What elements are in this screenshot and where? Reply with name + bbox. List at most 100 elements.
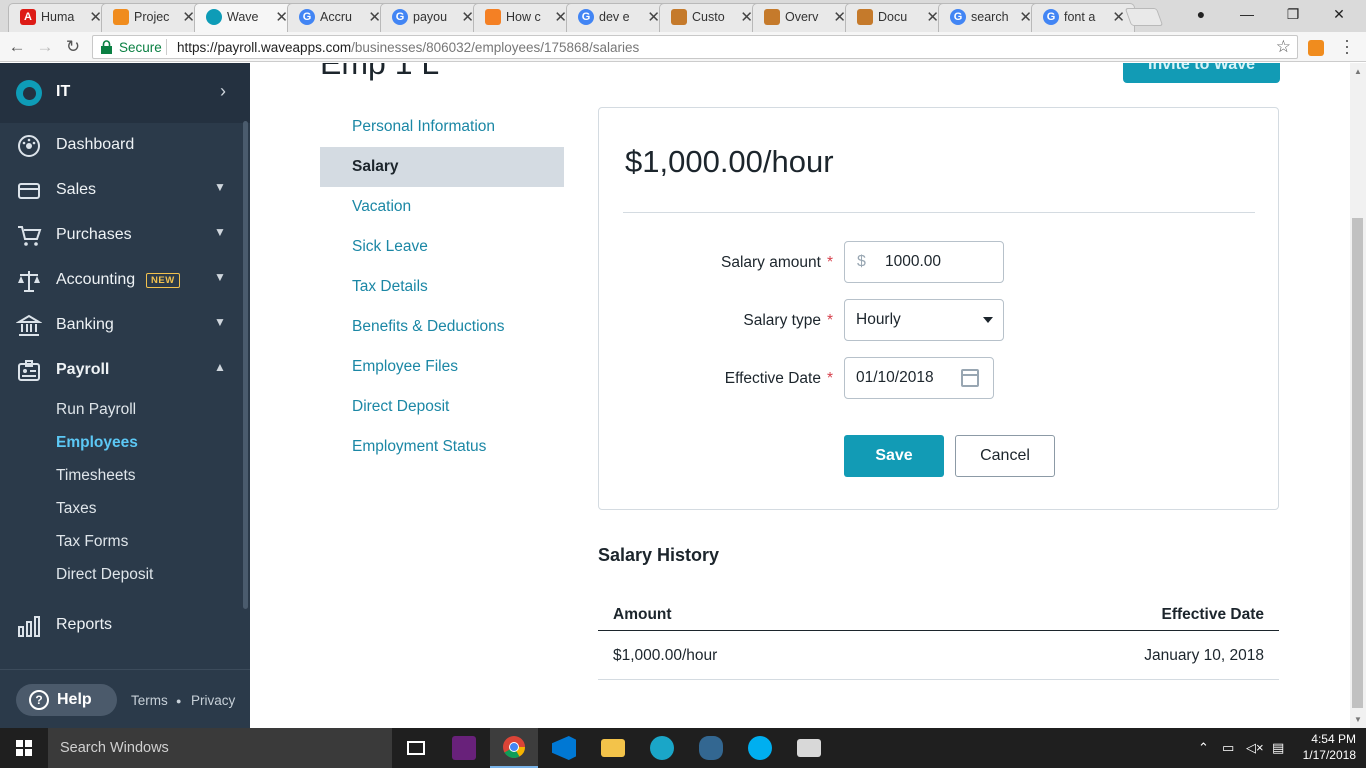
- sidebar-scrollbar[interactable]: [243, 121, 248, 609]
- effective-date-input[interactable]: 01/10/2018: [844, 357, 994, 399]
- table-row: $1,000.00/hour January 10, 2018: [598, 631, 1279, 680]
- scroll-down-icon[interactable]: ▼: [1354, 715, 1362, 724]
- sidebar-item-label: Banking: [56, 316, 114, 333]
- subnav-employment-status[interactable]: Employment Status: [320, 427, 564, 467]
- sidebar-sub-tax-forms[interactable]: Tax Forms: [56, 533, 128, 551]
- sales-icon: [18, 183, 40, 199]
- postgres-icon[interactable]: [687, 728, 735, 768]
- skype-icon[interactable]: [736, 728, 784, 768]
- main-content: Emp 1 L Invite to Wave Personal Informat…: [250, 63, 1350, 728]
- browser-tab[interactable]: G Accru ✕: [287, 3, 391, 32]
- profile-icon[interactable]: ●: [1178, 0, 1224, 28]
- sidebar-item-label: Accounting: [56, 271, 136, 288]
- divider: [166, 39, 167, 55]
- url-field[interactable]: Secure https://payroll.waveapps.com/busi…: [92, 35, 1298, 59]
- privacy-link[interactable]: Privacy: [191, 693, 235, 708]
- restore-button[interactable]: ❐: [1270, 0, 1316, 28]
- wave-icon: [206, 9, 222, 25]
- sidebar-item-banking[interactable]: Banking ▼: [0, 303, 240, 348]
- app-icon[interactable]: [638, 728, 686, 768]
- sidebar-item-label: Payroll: [56, 361, 110, 378]
- close-icon[interactable]: ✕: [1112, 8, 1125, 26]
- start-button[interactable]: [0, 728, 48, 768]
- minimize-button[interactable]: —: [1224, 0, 1270, 28]
- sidebar-item-accounting[interactable]: Accounting NEW ▼: [0, 258, 240, 303]
- help-button[interactable]: ? Help: [16, 684, 117, 716]
- business-switcher[interactable]: IT ›: [0, 63, 250, 123]
- browser-tab[interactable]: Projec ✕: [101, 3, 205, 32]
- scroll-up-icon[interactable]: ▲: [1354, 67, 1362, 76]
- sidebar-item-sales[interactable]: Sales ▼: [0, 168, 240, 213]
- url-path: /businesses/806032/employees/175868/sala…: [351, 40, 640, 55]
- browser-tab[interactable]: Docu ✕: [845, 3, 949, 32]
- browser-tab[interactable]: How c ✕: [473, 3, 577, 32]
- subnav-sick-leave[interactable]: Sick Leave: [320, 227, 564, 267]
- window-close-button[interactable]: ✕: [1316, 0, 1362, 28]
- browser-tab[interactable]: Gfont a ✕: [1031, 3, 1135, 32]
- browser-tab[interactable]: Gpayou ✕: [380, 3, 484, 32]
- tray-chevron-icon[interactable]: ⌃: [1198, 728, 1209, 768]
- chrome-icon[interactable]: [490, 728, 538, 768]
- sidebar-item-reports[interactable]: Reports: [0, 603, 240, 648]
- subnav-direct-deposit[interactable]: Direct Deposit: [320, 387, 564, 427]
- salary-type-select[interactable]: Hourly: [844, 299, 1004, 341]
- calendar-icon[interactable]: [961, 369, 979, 387]
- scrollbar-thumb[interactable]: [1352, 218, 1363, 708]
- subnav-personal-information[interactable]: Personal Information: [320, 107, 564, 147]
- sidebar-item-payroll[interactable]: Payroll ▲: [0, 348, 240, 393]
- save-button[interactable]: Save: [844, 435, 944, 477]
- required-marker: *: [826, 254, 833, 271]
- sidebar-sub-taxes[interactable]: Taxes: [56, 500, 97, 518]
- tab-title: Docu: [878, 10, 908, 24]
- dashboard-icon: [18, 135, 40, 157]
- sidebar-item-dashboard[interactable]: Dashboard: [0, 123, 240, 168]
- sidebar-footer: ? Help Terms ● Privacy: [0, 669, 250, 728]
- subnav-vacation[interactable]: Vacation: [320, 187, 564, 227]
- page-scrollbar[interactable]: ▲ ▼: [1350, 63, 1366, 728]
- bookmark-star-icon[interactable]: ☆: [1276, 37, 1291, 57]
- subnav-salary[interactable]: Salary: [320, 147, 564, 187]
- system-clock[interactable]: 4:54 PM 1/17/2018: [1296, 731, 1356, 763]
- vscode-icon[interactable]: [540, 728, 588, 768]
- tab-title: dev e: [599, 10, 630, 24]
- volume-icon[interactable]: ◁×: [1246, 728, 1264, 768]
- sidebar-sub-employees[interactable]: Employees: [56, 434, 138, 452]
- terms-link[interactable]: Terms: [131, 693, 168, 708]
- browser-tab-active[interactable]: Wave ✕: [194, 3, 298, 32]
- reload-icon[interactable]: ↻: [62, 36, 84, 58]
- visual-studio-icon[interactable]: [440, 728, 488, 768]
- sidebar-sub-run-payroll[interactable]: Run Payroll: [56, 401, 136, 419]
- notification-icon[interactable]: ▤: [1272, 728, 1284, 768]
- forward-icon[interactable]: →: [34, 36, 56, 58]
- network-icon[interactable]: ▭: [1222, 728, 1234, 768]
- browser-tab[interactable]: Gdev e ✕: [566, 3, 670, 32]
- subnav-employee-files[interactable]: Employee Files: [320, 347, 564, 387]
- currency-prefix: $: [857, 253, 866, 270]
- google-icon: G: [950, 9, 966, 25]
- chevron-down-icon: ▼: [214, 180, 226, 194]
- browser-tab[interactable]: A Huma ✕: [8, 3, 112, 32]
- lock-icon: [101, 40, 112, 54]
- extension-icon[interactable]: [1308, 40, 1324, 56]
- sidebar-sub-direct-deposit[interactable]: Direct Deposit: [56, 566, 153, 584]
- subnav-benefits-deductions[interactable]: Benefits & Deductions: [320, 307, 564, 347]
- salary-amount-input[interactable]: $ 1000.00: [844, 241, 1004, 283]
- browser-tab[interactable]: Custo ✕: [659, 3, 763, 32]
- salary-amount-label: Salary amount *: [633, 254, 833, 272]
- invite-to-wave-button[interactable]: Invite to Wave: [1123, 63, 1280, 83]
- new-tab-button[interactable]: [1124, 8, 1164, 26]
- browser-menu-icon[interactable]: · · ·: [1340, 31, 1354, 61]
- sidebar-item-purchases[interactable]: Purchases ▼: [0, 213, 240, 258]
- file-explorer-icon[interactable]: [589, 728, 637, 768]
- cancel-button[interactable]: Cancel: [955, 435, 1055, 477]
- secure-label: Secure: [119, 40, 162, 55]
- sidebar-sub-timesheets[interactable]: Timesheets: [56, 467, 136, 485]
- browser-tab[interactable]: Gsearch ✕: [938, 3, 1042, 32]
- tab-title: Custo: [692, 10, 725, 24]
- subnav-tax-details[interactable]: Tax Details: [320, 267, 564, 307]
- task-view-icon[interactable]: [392, 728, 440, 768]
- taskbar-search[interactable]: Search Windows: [48, 728, 392, 768]
- browser-tab[interactable]: Overv ✕: [752, 3, 856, 32]
- sql-manager-icon[interactable]: [785, 728, 833, 768]
- back-icon[interactable]: ←: [6, 36, 28, 58]
